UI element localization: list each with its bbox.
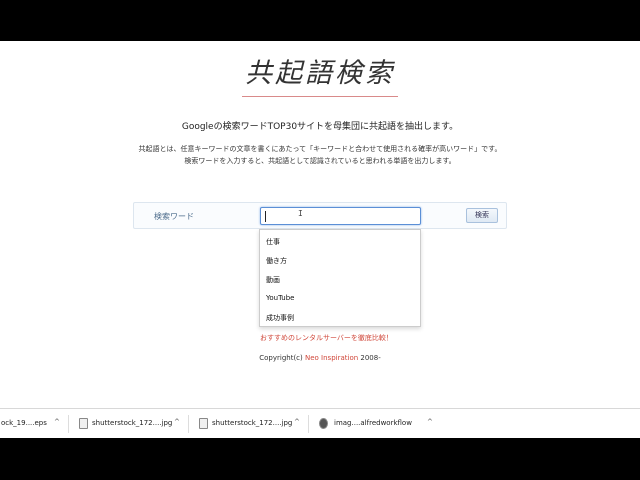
chevron-up-icon[interactable]: ^ xyxy=(427,418,433,426)
description-line-2: 検索ワードを入力すると、共起語として認識されていると思われる単語を出力します。 xyxy=(184,157,456,165)
download-item[interactable]: shutterstock_172....jpg ^ xyxy=(196,409,306,439)
web-page: 共起語検索 Googleの検索ワードTOP30サイトを母集団に共起語を抽出します… xyxy=(0,41,640,408)
search-input[interactable] xyxy=(260,207,421,225)
copyright-prefix: Copyright(c) xyxy=(259,354,305,362)
search-label: 検索ワード xyxy=(154,212,194,221)
suggestion-item[interactable]: 成功事例 xyxy=(266,313,294,323)
chevron-up-icon[interactable]: ^ xyxy=(54,418,60,426)
file-icon xyxy=(199,418,208,429)
search-button[interactable]: 検索 xyxy=(466,208,498,223)
text-caret xyxy=(265,211,266,222)
page-subtitle: Googleの検索ワードTOP30サイトを母集団に共起語を抽出します。 xyxy=(181,122,459,132)
chevron-up-icon[interactable]: ^ xyxy=(294,418,300,426)
ibeam-cursor-icon: I xyxy=(298,209,303,218)
suggestion-item[interactable]: 仕事 xyxy=(266,237,280,247)
promo-link[interactable]: おすすめのレンタルサーバーを徹底比較！ xyxy=(260,333,393,343)
divider xyxy=(188,415,189,433)
chevron-up-icon[interactable]: ^ xyxy=(174,418,180,426)
download-bar: ock_19....eps ^ shutterstock_172....jpg … xyxy=(0,408,640,438)
suggestion-item[interactable]: 働き方 xyxy=(266,256,287,266)
copyright-year: 2008- xyxy=(358,354,381,362)
brand-link[interactable]: Neo Inspiration xyxy=(305,354,358,362)
suggestion-item[interactable]: YouTube xyxy=(266,294,294,302)
download-filename: shutterstock_172....jpg xyxy=(92,419,173,427)
search-form: 検索ワード I 検索 xyxy=(133,202,507,229)
download-item[interactable]: shutterstock_172....jpg ^ xyxy=(76,409,186,439)
divider xyxy=(68,415,69,433)
divider xyxy=(308,415,309,433)
download-filename: imag....alfredworkflow xyxy=(334,419,412,427)
site-logo[interactable]: 共起語検索 xyxy=(238,51,402,97)
suggestion-item[interactable]: 動画 xyxy=(266,275,280,285)
download-item[interactable]: imag....alfredworkflow ^ xyxy=(316,409,440,439)
download-item[interactable]: ock_19....eps ^ xyxy=(0,409,66,439)
description-line-1: 共起語とは、任意キーワードの文章を書くにあたって「キーワードと合わせて使用される… xyxy=(138,145,502,153)
copyright: Copyright(c) Neo Inspiration 2008- xyxy=(0,354,640,362)
download-filename: ock_19....eps xyxy=(1,419,47,427)
file-icon xyxy=(79,418,88,429)
autocomplete-dropdown: 仕事 働き方 動画 YouTube 成功事例 xyxy=(259,229,421,327)
logo-underline xyxy=(242,96,398,97)
logo-text: 共起語検索 xyxy=(245,58,395,89)
download-filename: shutterstock_172....jpg xyxy=(212,419,293,427)
alfred-workflow-icon xyxy=(319,418,328,429)
